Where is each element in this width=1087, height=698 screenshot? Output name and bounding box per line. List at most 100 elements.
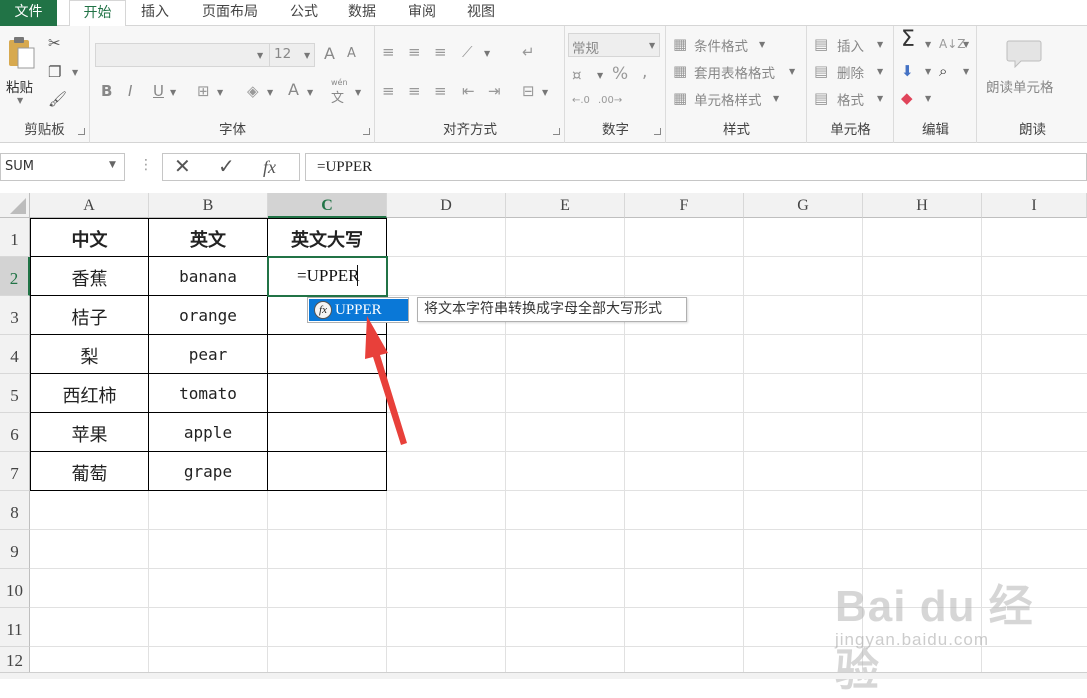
clear-icon[interactable]: ◆ <box>901 89 913 107</box>
cell-a4[interactable]: 梨 <box>31 343 148 369</box>
shrink-font-button[interactable]: A <box>347 46 356 61</box>
phonetic-guide-button[interactable]: 文 <box>331 87 344 106</box>
row-header-10[interactable]: 10 <box>0 569 30 608</box>
tab-data[interactable]: 数据 <box>336 0 388 26</box>
dialog-launcher-icon[interactable] <box>654 128 661 135</box>
cell-a7[interactable]: 葡萄 <box>31 460 148 486</box>
column-header-c[interactable]: C <box>268 193 387 218</box>
delete-cells-icon[interactable]: ▤ <box>814 62 828 80</box>
cell-styles-icon[interactable]: ▦ <box>673 89 687 107</box>
border-icon[interactable]: ⊞ <box>197 82 210 100</box>
format-cells-icon[interactable]: ▤ <box>814 89 828 107</box>
row-header-6[interactable]: 6 <box>0 413 30 452</box>
chevron-down-icon[interactable]: ▼ <box>963 40 969 49</box>
select-all-button[interactable] <box>0 193 30 218</box>
enter-icon[interactable]: ✓ <box>218 156 235 176</box>
cell-c1[interactable]: 英文大写 <box>268 226 386 252</box>
dialog-launcher-icon[interactable] <box>363 128 370 135</box>
chevron-down-icon[interactable]: ▼ <box>597 71 603 80</box>
column-header-f[interactable]: F <box>625 193 744 218</box>
tab-page-layout[interactable]: 页面布局 <box>190 0 270 26</box>
percent-button[interactable]: % <box>612 64 628 84</box>
chevron-down-icon[interactable]: ▼ <box>217 88 223 97</box>
chevron-down-icon[interactable]: ▼ <box>170 88 176 97</box>
speak-cells-button[interactable]: 朗读单元格 <box>986 76 1054 96</box>
align-bottom-icon[interactable]: ≡ <box>434 43 447 61</box>
chevron-down-icon[interactable]: ▼ <box>789 67 795 76</box>
tab-review[interactable]: 审阅 <box>396 0 448 26</box>
cell-b3[interactable]: orange <box>149 306 267 325</box>
paste-button[interactable]: 粘贴 <box>6 76 33 96</box>
align-top-icon[interactable]: ≡ <box>382 43 395 61</box>
fill-color-icon[interactable]: ◈ <box>247 82 259 100</box>
comma-button[interactable]: , <box>642 62 647 82</box>
font-color-button[interactable]: A <box>288 80 299 99</box>
increase-indent-icon[interactable]: ⇥ <box>488 82 501 100</box>
currency-icon[interactable]: ¤ <box>572 66 582 84</box>
align-middle-icon[interactable]: ≡ <box>408 43 421 61</box>
italic-button[interactable]: I <box>128 82 132 100</box>
tab-formulas[interactable]: 公式 <box>278 0 330 26</box>
bold-button[interactable]: B <box>101 82 112 100</box>
formula-input[interactable]: =UPPER <box>305 153 1087 181</box>
find-select-icon[interactable]: ⌕ <box>939 62 947 80</box>
decrease-indent-icon[interactable]: ⇤ <box>462 82 475 100</box>
cell-b2[interactable]: banana <box>149 267 267 286</box>
row-header-7[interactable]: 7 <box>0 452 30 491</box>
chevron-down-icon[interactable]: ▼ <box>877 40 883 49</box>
align-center-icon[interactable]: ≡ <box>408 82 421 100</box>
column-header-e[interactable]: E <box>506 193 625 218</box>
chevron-down-icon[interactable]: ▼ <box>773 94 779 103</box>
chevron-down-icon[interactable]: ▼ <box>307 88 313 97</box>
conditional-format-button[interactable]: 条件格式 <box>694 35 748 55</box>
cell-a6[interactable]: 苹果 <box>31 421 148 447</box>
font-name-select[interactable] <box>95 43 270 67</box>
orientation-icon[interactable]: ⟋ <box>462 43 473 61</box>
name-box[interactable]: SUM <box>0 153 125 181</box>
align-left-icon[interactable]: ≡ <box>382 82 395 100</box>
row-header-4[interactable]: 4 <box>0 335 30 374</box>
tab-file[interactable]: 文件 <box>0 0 57 26</box>
format-as-table-button[interactable]: 套用表格格式 <box>694 62 775 82</box>
tab-view[interactable]: 视图 <box>455 0 507 26</box>
copy-icon[interactable]: ❐ <box>48 63 61 81</box>
chevron-down-icon[interactable]: ▼ <box>17 96 23 105</box>
cancel-icon[interactable]: ✕ <box>174 156 191 176</box>
tab-insert[interactable]: 插入 <box>129 0 181 26</box>
cell-b7[interactable]: grape <box>149 462 267 481</box>
cell-styles-button[interactable]: 单元格样式 <box>694 89 762 109</box>
underline-button[interactable]: U <box>153 82 164 100</box>
align-right-icon[interactable]: ≡ <box>434 82 447 100</box>
row-header-8[interactable]: 8 <box>0 491 30 530</box>
row-header-9[interactable]: 9 <box>0 530 30 569</box>
grow-font-button[interactable]: A <box>324 44 335 63</box>
insert-function-button[interactable]: fx <box>263 158 276 176</box>
chevron-down-icon[interactable]: ▼ <box>72 68 78 77</box>
cell-a1[interactable]: 中文 <box>31 226 148 252</box>
row-header-1[interactable]: 1 <box>0 218 30 257</box>
paste-icon[interactable] <box>6 36 36 70</box>
chevron-down-icon[interactable]: ▼ <box>484 49 490 58</box>
format-as-table-icon[interactable]: ▦ <box>673 62 687 80</box>
cell-a5[interactable]: 西红柿 <box>31 382 148 408</box>
insert-cells-icon[interactable]: ▤ <box>814 35 828 53</box>
chevron-down-icon[interactable]: ▼ <box>925 67 931 76</box>
row-header-11[interactable]: 11 <box>0 608 30 647</box>
increase-decimal-icon[interactable]: ←.0 <box>572 92 590 110</box>
drag-handle-icon[interactable]: ⋮ <box>139 157 153 173</box>
cell-b4[interactable]: pear <box>149 345 267 364</box>
delete-cells-button[interactable]: 删除 <box>837 62 864 82</box>
chevron-down-icon[interactable]: ▼ <box>759 40 765 49</box>
dialog-launcher-icon[interactable] <box>553 128 560 135</box>
cell-a3[interactable]: 桔子 <box>31 304 148 330</box>
decrease-decimal-icon[interactable]: .00→ <box>598 92 622 110</box>
cut-icon[interactable]: ✂ <box>48 34 61 52</box>
row-header-3[interactable]: 3 <box>0 296 30 335</box>
merge-center-icon[interactable]: ⊟ <box>522 82 535 100</box>
autosum-icon[interactable]: Σ <box>901 29 915 51</box>
chevron-down-icon[interactable]: ▼ <box>109 160 116 170</box>
chevron-down-icon[interactable]: ▼ <box>877 67 883 76</box>
format-painter-icon[interactable]: 🖌 <box>48 90 67 108</box>
cell-b1[interactable]: 英文 <box>149 226 267 252</box>
chevron-down-icon[interactable]: ▼ <box>542 88 548 97</box>
